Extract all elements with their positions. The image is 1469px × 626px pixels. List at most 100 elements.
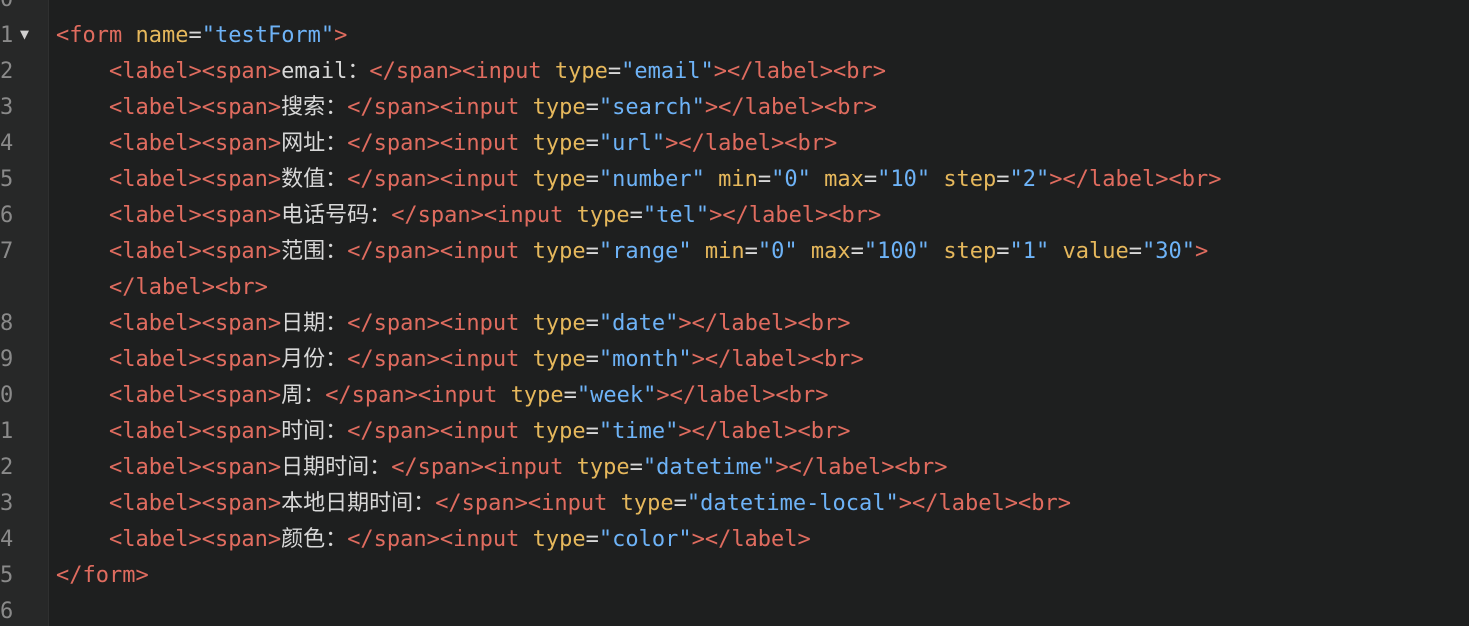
code-line[interactable]: 7 <label><span>范围：</span><input type="ra… xyxy=(0,234,1469,270)
code-token: ></label><br> xyxy=(656,383,829,408)
code-token: "range" xyxy=(598,239,692,264)
code-token: <label><span> xyxy=(108,419,282,444)
code-token: 日期时间： xyxy=(281,455,392,480)
code-token: "email" xyxy=(621,59,714,84)
code-token: type xyxy=(532,239,586,264)
code-token: = xyxy=(585,167,599,192)
code-line[interactable]: 5 </form> xyxy=(0,558,1469,594)
code-text: <label><span>日期时间：</span><input type="da… xyxy=(56,450,948,486)
code-line[interactable]: 4 <label><span>颜色：</span><input type="co… xyxy=(0,522,1469,558)
code-token: "0" xyxy=(757,239,798,264)
code-token: <form xyxy=(56,23,123,48)
code-text: <label><span>范围：</span><input type="rang… xyxy=(56,234,1208,270)
code-line[interactable]: 2 <label><span>email：</span><input type=… xyxy=(0,54,1469,90)
code-token: <label><span> xyxy=(108,203,282,228)
code-line[interactable]: 3 <label><span>搜索：</span><input type="se… xyxy=(0,90,1469,126)
code-token: "time" xyxy=(598,419,679,444)
code-line[interactable]: 2 <label><span>日期时间：</span><input type="… xyxy=(0,450,1469,486)
code-token: max xyxy=(824,167,864,192)
code-token: "0" xyxy=(771,167,811,192)
code-token: email： xyxy=(281,59,370,84)
line-number: 2 xyxy=(0,455,14,480)
fold-triangle-down-icon[interactable]: ▼ xyxy=(20,16,29,52)
code-token: ></label><br> xyxy=(898,491,1071,516)
code-token: </span><input xyxy=(391,455,564,480)
code-token: ></label><br> xyxy=(1049,167,1222,192)
code-text: <form name="testForm"> xyxy=(56,18,347,54)
line-number: 6 xyxy=(0,599,14,624)
code-token: </label><br> xyxy=(108,275,268,300)
code-token: </form> xyxy=(56,563,149,588)
code-token: = xyxy=(1128,239,1143,264)
code-line[interactable]: 6 xyxy=(0,594,1469,626)
code-line[interactable]: 1 <label><span>时间：</span><input type="ti… xyxy=(0,414,1469,450)
code-line[interactable]: 1 ▼ <form name="testForm"> xyxy=(0,18,1469,54)
line-number: 0 xyxy=(0,383,14,408)
code-token: <label><span> xyxy=(108,167,282,192)
code-line[interactable]: 5 <label><span>数值：</span><input type="nu… xyxy=(0,162,1469,198)
line-number: 9 xyxy=(0,347,14,372)
code-text: <label><span>日期：</span><input type="date… xyxy=(56,306,851,342)
line-number: 6 xyxy=(0,203,14,228)
code-line[interactable]: 9 <label><span>月份：</span><input type="mo… xyxy=(0,342,1469,378)
line-number: 4 xyxy=(0,131,14,156)
code-token: = xyxy=(585,347,599,372)
line-number: 4 xyxy=(0,527,14,552)
line-number: 5 xyxy=(0,167,14,192)
code-token: type xyxy=(532,347,586,372)
code-token: </span><input xyxy=(347,239,520,264)
code-token: 时间： xyxy=(281,419,348,444)
code-line[interactable]: 8 <label><span>日期：</span><input type="da… xyxy=(0,306,1469,342)
code-token: = xyxy=(996,167,1010,192)
line-number: 1 xyxy=(0,23,14,48)
code-line[interactable]: 0 <label><span>周：</span><input type="wee… xyxy=(0,378,1469,414)
code-token: </span><input xyxy=(369,59,542,84)
code-token: </span><input xyxy=(435,491,608,516)
code-line[interactable]: 0 xyxy=(0,0,1469,18)
code-line[interactable]: </label><br> xyxy=(0,270,1469,306)
code-token: = xyxy=(757,167,772,192)
code-token: ></label><br> xyxy=(709,203,882,228)
code-token: "color" xyxy=(598,527,692,552)
code-token: </span><input xyxy=(347,527,520,552)
code-token: = xyxy=(607,59,622,84)
code-token: "number" xyxy=(598,167,705,192)
code-token: = xyxy=(996,239,1010,264)
code-token: = xyxy=(563,383,577,408)
code-text: <label><span>数值：</span><input type="numb… xyxy=(56,162,1222,198)
code-token: "tel" xyxy=(642,203,710,228)
line-number: 3 xyxy=(0,491,14,516)
code-text: <label><span>颜色：</span><input type="colo… xyxy=(56,522,811,558)
code-token: <label><span> xyxy=(108,311,282,336)
code-token: 搜索： xyxy=(281,95,348,120)
code-line[interactable]: 4 <label><span>网址：</span><input type="ur… xyxy=(0,126,1469,162)
code-token: "search" xyxy=(598,95,705,120)
code-token: </span><input xyxy=(347,311,520,336)
code-editor[interactable]: 01▼<form name="testForm">2 <label><span>… xyxy=(0,0,1469,626)
code-text: <label><span>email：</span><input type="e… xyxy=(56,54,886,90)
code-line[interactable]: 3 <label><span>本地日期时间：</span><input type… xyxy=(0,486,1469,522)
code-token: "week" xyxy=(576,383,657,408)
code-token: "100" xyxy=(863,239,931,264)
code-token: 网址： xyxy=(281,131,348,156)
code-line[interactable]: 6 <label><span>电话号码：</span><input type="… xyxy=(0,198,1469,234)
code-token: type xyxy=(532,95,586,120)
code-token: type xyxy=(576,203,630,228)
